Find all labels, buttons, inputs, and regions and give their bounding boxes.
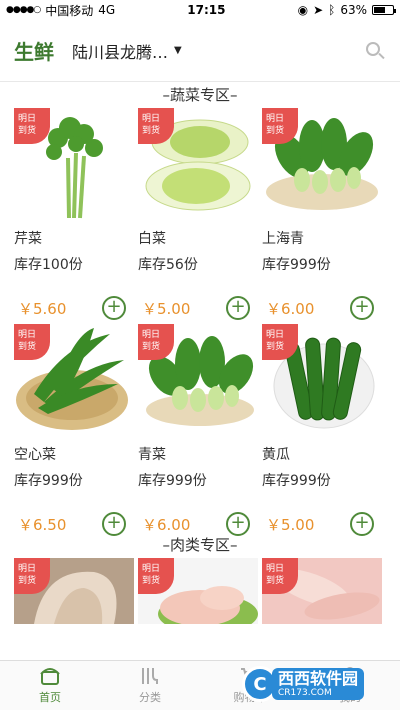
- product-card[interactable]: 明日 到货 白菜 库存56份 ￥5.00 +: [138, 108, 262, 324]
- product-image-pig-trotters[interactable]: 明日 到货: [262, 558, 382, 624]
- bluetooth-icon: ᛒ: [328, 3, 336, 17]
- product-image-duck[interactable]: 明日 到货: [14, 558, 134, 624]
- meat-grid: 明日 到货 明日 到货 明日 到货: [0, 558, 400, 624]
- add-to-cart-button[interactable]: +: [226, 512, 250, 536]
- app-header: 生鲜 陆川县龙腾… ▼: [0, 20, 400, 82]
- product-stock: 库存999份: [262, 257, 331, 273]
- next-day-badge: 明日 到货: [262, 558, 298, 594]
- status-time: 17:15: [187, 3, 226, 17]
- network-label: 4G: [98, 3, 116, 17]
- next-day-badge: 明日 到货: [14, 108, 50, 144]
- product-stock: 库存56份: [138, 257, 198, 273]
- page-title: 生鲜: [14, 40, 54, 64]
- next-day-badge: 明日 到货: [138, 324, 174, 360]
- product-grid: 明日 到货 芹菜 库存100份 ￥5.60 + 明日 到货 白菜 库存56份 ￥…: [0, 108, 400, 540]
- add-to-cart-button[interactable]: +: [102, 296, 126, 320]
- product-stock: 库存999份: [262, 473, 331, 489]
- next-day-badge: 明日 到货: [138, 558, 174, 594]
- status-bar: ●●●●○ 中国移动 4G 17:15 ◉ ➤ ᛒ 63%: [0, 0, 400, 20]
- carrier-label: 中国移动: [45, 3, 94, 18]
- product-price: ￥6.50: [18, 515, 67, 534]
- product-image-chicken[interactable]: 明日 到货: [138, 558, 258, 624]
- product-price: ￥5.60: [18, 299, 67, 318]
- battery-percent: 63%: [340, 3, 367, 17]
- product-price: ￥5.00: [266, 515, 315, 534]
- signal-icon: ●●●●○: [6, 5, 41, 15]
- product-card[interactable]: 明日 到货 芹菜 库存100份 ￥5.60 +: [14, 108, 138, 324]
- battery-icon: [372, 5, 396, 15]
- next-day-badge: 明日 到货: [262, 324, 298, 360]
- watermark-logo: C 西西软件园 CR173.COM: [242, 662, 392, 706]
- tab-label: 分类: [139, 691, 161, 704]
- product-card[interactable]: 明日 到货 上海青 库存999份 ￥6.00 +: [262, 108, 386, 324]
- product-card[interactable]: 明日 到货 空心菜 库存999份 ￥6.50 +: [14, 324, 138, 540]
- product-name: 芹菜: [14, 231, 42, 247]
- tab-label: 首页: [39, 691, 61, 704]
- product-card[interactable]: 明日 到货 青菜 库存999份 ￥6.00 +: [138, 324, 262, 540]
- product-image-bok-choy[interactable]: 明日 到货: [138, 324, 258, 436]
- product-name: 青菜: [138, 447, 166, 463]
- product-image-water-spinach[interactable]: 明日 到货: [14, 324, 134, 436]
- tab-home[interactable]: 首页: [0, 661, 100, 710]
- product-price: ￥6.00: [142, 515, 191, 534]
- tab-category[interactable]: 分类: [100, 661, 200, 710]
- watermark-text: 西西软件园 CR173.COM: [272, 668, 365, 700]
- product-image-napa-cabbage[interactable]: 明日 到货: [138, 108, 258, 220]
- next-day-badge: 明日 到货: [138, 108, 174, 144]
- caret-down-icon: ▼: [174, 45, 182, 56]
- product-stock: 库存100份: [14, 257, 83, 273]
- add-to-cart-button[interactable]: +: [226, 296, 250, 320]
- add-to-cart-button[interactable]: +: [350, 296, 374, 320]
- category-icon: [142, 668, 158, 684]
- location-arrow-icon: ➤: [313, 3, 324, 17]
- location-selector[interactable]: 陆川县龙腾… ▼: [72, 39, 182, 63]
- product-stock: 库存999份: [14, 473, 83, 489]
- product-image-celery[interactable]: 明日 到货: [14, 108, 134, 220]
- next-day-badge: 明日 到货: [14, 324, 50, 360]
- product-name: 白菜: [138, 231, 166, 247]
- lock-rotation-icon: ◉: [297, 3, 309, 17]
- search-icon[interactable]: [364, 40, 386, 62]
- location-label: 陆川县龙腾…: [72, 42, 169, 62]
- product-price: ￥6.00: [266, 299, 315, 318]
- next-day-badge: 明日 到货: [262, 108, 298, 144]
- section-title-vegetables: –蔬菜专区–: [162, 86, 238, 104]
- next-day-badge: 明日 到货: [14, 558, 50, 594]
- product-image-bok-choy[interactable]: 明日 到货: [262, 108, 382, 220]
- product-stock: 库存999份: [138, 473, 207, 489]
- product-name: 黄瓜: [262, 447, 290, 463]
- product-image-cucumber[interactable]: 明日 到货: [262, 324, 382, 436]
- product-name: 上海青: [262, 231, 304, 247]
- product-card[interactable]: 明日 到货 黄瓜 库存999份 ￥5.00 +: [262, 324, 386, 540]
- add-to-cart-button[interactable]: +: [102, 512, 126, 536]
- add-to-cart-button[interactable]: +: [350, 512, 374, 536]
- product-price: ￥5.00: [142, 299, 191, 318]
- home-icon: [40, 668, 60, 685]
- product-name: 空心菜: [14, 447, 56, 463]
